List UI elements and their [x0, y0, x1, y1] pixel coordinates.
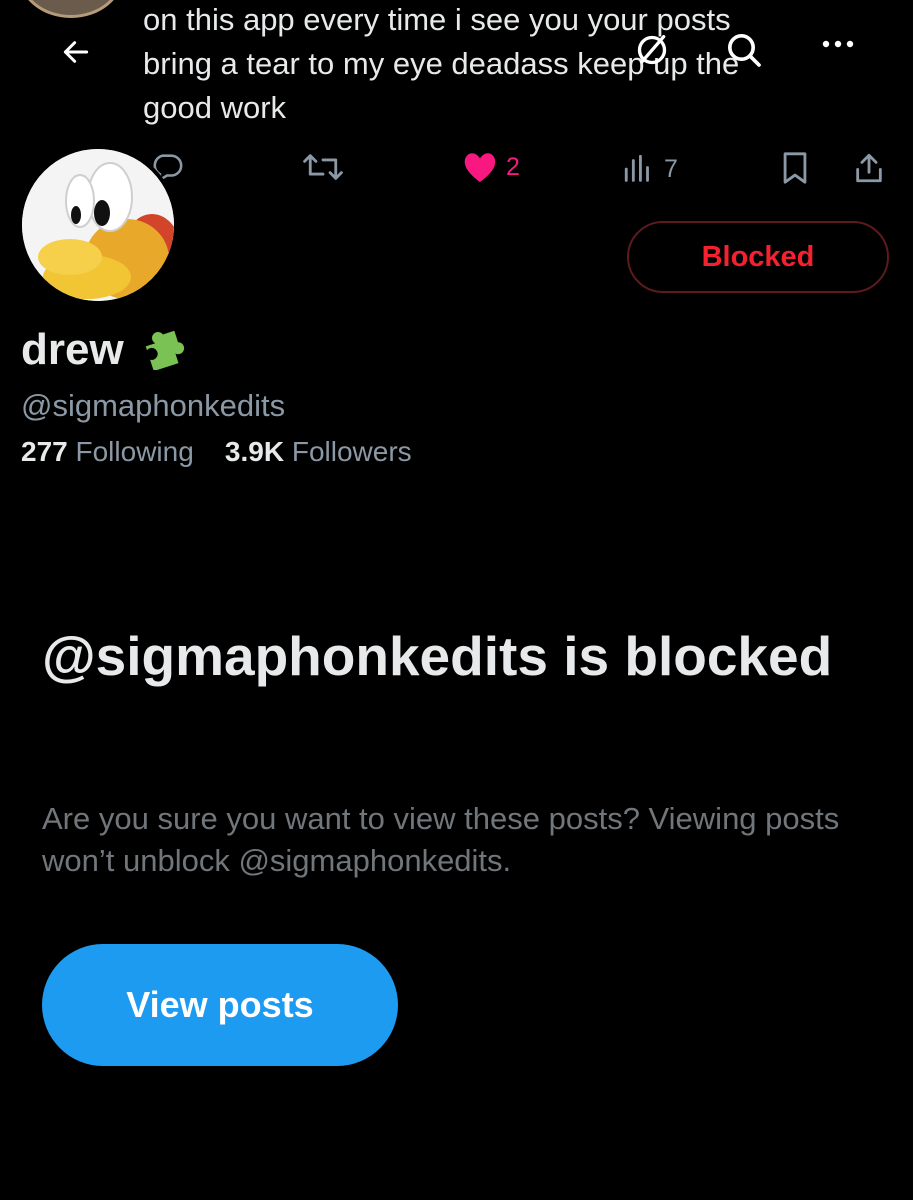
more-button[interactable]: [818, 32, 858, 61]
heart-icon: [462, 150, 498, 184]
search-button[interactable]: [724, 30, 764, 75]
tweet-text-line: good work: [143, 90, 287, 125]
profile-handle: @sigmaphonkedits: [21, 388, 286, 423]
profile-avatar[interactable]: [18, 145, 178, 305]
views-count: 7: [664, 154, 678, 183]
share-button[interactable]: [852, 150, 886, 186]
blocked-title: @sigmaphonkedits is blocked: [42, 625, 833, 687]
blocked-button[interactable]: Blocked: [627, 221, 889, 293]
follow-counts: 277 Following 3.9K Followers: [21, 436, 412, 468]
followers-count: 3.9K: [224, 436, 285, 467]
share-icon: [852, 150, 886, 186]
like-count: 2: [506, 152, 520, 181]
previous-tweet-avatar[interactable]: [18, 0, 124, 18]
profile-name: drew: [21, 324, 124, 374]
back-button[interactable]: [58, 36, 94, 73]
views-icon: [622, 152, 656, 186]
bookmark-button[interactable]: [778, 150, 812, 186]
views-button[interactable]: 7: [622, 152, 678, 186]
bookmark-icon: [778, 150, 812, 186]
following-count: 277: [21, 436, 68, 467]
followers-link[interactable]: 3.9K Followers: [225, 436, 412, 467]
puzzle-piece-icon: [138, 318, 194, 381]
retweet-icon: [302, 150, 344, 184]
more-icon: [818, 40, 858, 60]
retweet-button[interactable]: [302, 150, 344, 184]
profile-name-row: drew: [21, 318, 194, 381]
following-label: Following: [75, 436, 194, 467]
arrow-left-icon: [58, 41, 94, 72]
view-posts-button[interactable]: View posts: [42, 944, 398, 1066]
no-sign-icon: [632, 35, 672, 74]
following-link[interactable]: 277 Following: [21, 436, 194, 467]
search-icon: [724, 34, 764, 74]
blocked-description: Are you sure you want to view these post…: [42, 801, 840, 878]
no-sign-button[interactable]: [632, 30, 672, 75]
followers-label: Followers: [291, 436, 412, 467]
like-button[interactable]: 2: [462, 150, 520, 184]
